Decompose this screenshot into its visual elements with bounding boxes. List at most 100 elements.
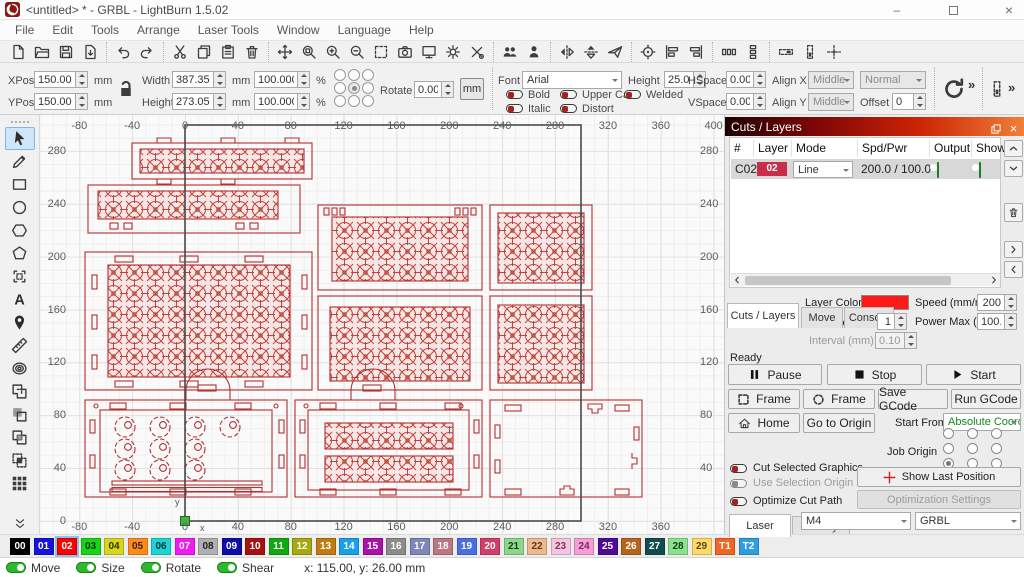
hspace-input[interactable]: [726, 71, 754, 88]
power-max-stepper[interactable]: [1005, 313, 1017, 330]
scroll-right-icon[interactable]: [989, 275, 999, 285]
hspace-stepper[interactable]: [754, 71, 766, 88]
status-toggle-group[interactable]: Rotate: [141, 561, 201, 575]
firmware-select[interactable]: GRBL: [915, 512, 1021, 530]
drag-handle[interactable]: [11, 121, 29, 123]
dock-panel-icon[interactable]: [988, 80, 1006, 98]
palette-swatch[interactable]: 23: [551, 538, 571, 555]
home-button[interactable]: Home: [728, 413, 800, 433]
rotate-input[interactable]: [414, 81, 442, 98]
palette-swatch[interactable]: 08: [198, 538, 218, 555]
job-origin-radio[interactable]: [943, 443, 954, 454]
new-file-button[interactable]: [6, 42, 30, 62]
status-toggle-group[interactable]: Move: [6, 561, 60, 575]
xpos-stepper[interactable]: [76, 71, 88, 88]
height-pct-stepper[interactable]: [298, 93, 310, 110]
boolean-intersect-tool[interactable]: [5, 449, 35, 472]
offset-stepper[interactable]: [914, 93, 926, 110]
column-header[interactable]: Output: [930, 140, 972, 157]
ypos-input[interactable]: [34, 93, 76, 110]
palette-swatch[interactable]: 24: [574, 538, 594, 555]
more-chevron[interactable]: »: [1008, 80, 1015, 95]
lock-icon[interactable]: [116, 78, 136, 100]
camera-button[interactable]: [393, 42, 417, 62]
width-pct-input[interactable]: [254, 71, 298, 88]
dock-v-button[interactable]: [798, 42, 822, 62]
palette-swatch[interactable]: 02: [57, 538, 77, 555]
mirror-button[interactable]: [603, 42, 627, 62]
column-header[interactable]: #: [730, 140, 754, 157]
alignx-select[interactable]: Middle: [808, 71, 854, 89]
anchor-grid[interactable]: [334, 69, 375, 107]
pass-count-field[interactable]: [877, 313, 907, 330]
boolean-difference-tool[interactable]: [5, 426, 35, 449]
zoom-box-button[interactable]: [297, 42, 321, 62]
pan-button[interactable]: [268, 42, 297, 62]
job-origin-radio[interactable]: [943, 428, 954, 439]
bold-toggle[interactable]: [506, 90, 523, 99]
height-pct-field[interactable]: [254, 93, 310, 110]
uppercase-toggle[interactable]: [560, 90, 577, 99]
flip-vertical-button[interactable]: [579, 42, 603, 62]
palette-swatch[interactable]: 22: [527, 538, 547, 555]
float-panel-button[interactable]: [988, 121, 1003, 136]
panel-collapse-right-button[interactable]: [1004, 241, 1023, 258]
menu-item[interactable]: File: [6, 23, 43, 37]
status-toggle-group[interactable]: Shear: [217, 561, 274, 575]
boolean-subtract-tool[interactable]: [5, 403, 35, 426]
layer-up-button[interactable]: [1004, 140, 1023, 157]
run-gcode-button[interactable]: Run GCode: [951, 389, 1021, 409]
palette-swatch[interactable]: 12: [292, 538, 312, 555]
aligny-select[interactable]: Middle: [808, 93, 854, 111]
offset-field[interactable]: [892, 93, 926, 110]
close-panel-button[interactable]: ×: [1006, 121, 1021, 136]
palette-swatch[interactable]: 18: [433, 538, 453, 555]
cut-selected-toggle[interactable]: [730, 464, 747, 473]
palette-swatch[interactable]: 17: [410, 538, 430, 555]
palette-swatch[interactable]: 26: [621, 538, 641, 555]
palette-swatch[interactable]: 05: [128, 538, 148, 555]
xpos-input[interactable]: [34, 71, 76, 88]
font-select[interactable]: Arial: [522, 71, 622, 89]
speed-field[interactable]: [977, 294, 1017, 311]
dock-h-button[interactable]: [769, 42, 798, 62]
menu-item[interactable]: Tools: [82, 23, 128, 37]
rectangle-tool[interactable]: [5, 173, 35, 196]
measure-tool[interactable]: [5, 334, 35, 357]
pass-count-input[interactable]: [877, 313, 895, 330]
column-header[interactable]: Spd/Pwr: [858, 140, 930, 157]
sync-refresh-icon[interactable]: [942, 77, 966, 101]
optimization-settings-button[interactable]: Optimization Settings: [857, 490, 1021, 509]
job-origin-radio[interactable]: [967, 428, 978, 439]
go-to-origin-button[interactable]: Go to Origin: [803, 413, 875, 433]
palette-swatch[interactable]: 27: [645, 538, 665, 555]
frame-square-button[interactable]: Frame: [728, 389, 800, 409]
close-button[interactable]: ×: [992, 0, 1024, 20]
width-field[interactable]: [172, 71, 226, 88]
pass-count-stepper[interactable]: [895, 313, 907, 330]
layer-show-toggle[interactable]: [979, 162, 981, 178]
workspace-canvas[interactable]: x y -80-4004080120160200240280320360400 …: [40, 115, 724, 535]
collapse-chevrons-icon[interactable]: [13, 517, 27, 531]
palette-swatch[interactable]: T2: [739, 538, 759, 555]
ellipse-tool[interactable]: [5, 196, 35, 219]
welded-toggle[interactable]: [624, 90, 641, 99]
cut-button[interactable]: [163, 42, 192, 62]
tab-move[interactable]: Move: [801, 307, 843, 328]
text-style-select[interactable]: Normal: [860, 71, 926, 89]
rotate-field[interactable]: [414, 81, 454, 98]
cuts-layers-titlebar[interactable]: Cuts / Layers ×: [725, 117, 1024, 136]
polygon-tool[interactable]: [5, 219, 35, 242]
job-origin-radio[interactable]: [991, 443, 1002, 454]
save-gcode-button[interactable]: Save GCode: [878, 389, 948, 409]
frame-selection-button[interactable]: [369, 42, 393, 62]
ypos-stepper[interactable]: [76, 93, 88, 110]
delete-button[interactable]: [240, 42, 264, 62]
menu-item[interactable]: Laser Tools: [189, 23, 268, 37]
menu-item[interactable]: Arrange: [128, 23, 189, 37]
interval-stepper[interactable]: [905, 332, 917, 349]
interval-input[interactable]: [875, 332, 905, 349]
power-max-field[interactable]: [977, 313, 1017, 330]
open-file-button[interactable]: [30, 42, 54, 62]
status-toggle[interactable]: [6, 562, 26, 573]
